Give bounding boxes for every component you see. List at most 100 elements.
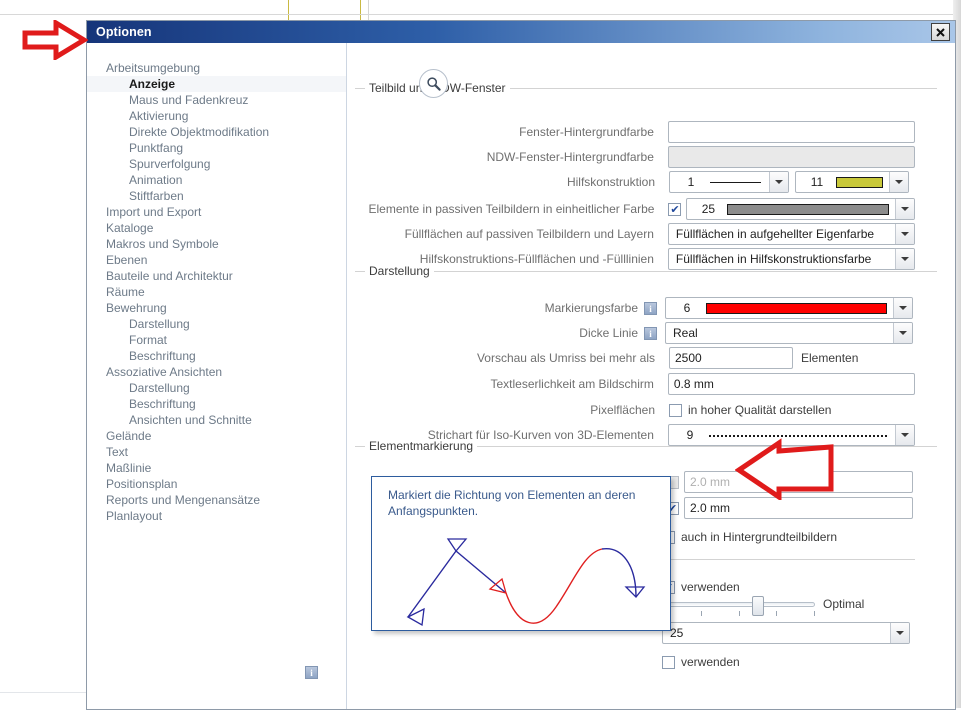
- label-ndw-hintergrundfarbe: NDW-Fenster-Hintergrundfarbe: [355, 150, 654, 164]
- sidebar-item-import-und-export[interactable]: Import und Export: [87, 204, 346, 220]
- sidebar-item-format[interactable]: Format: [87, 332, 346, 348]
- row-fenster-hintergrundfarbe: Fenster-Hintergrundfarbe: [355, 121, 915, 143]
- chevron-down-icon[interactable]: [895, 249, 914, 269]
- info-icon[interactable]: i: [644, 327, 657, 340]
- vorschau-umriss-field[interactable]: 2500: [669, 347, 793, 369]
- row-ndw-hintergrundfarbe: NDW-Fenster-Hintergrundfarbe: [355, 146, 915, 168]
- textleserlichkeit-field[interactable]: 0.8 mm: [668, 373, 915, 395]
- sidebar-item-darstellung[interactable]: Darstellung: [87, 316, 346, 332]
- chevron-down-icon[interactable]: [895, 199, 914, 219]
- sidebar-item-ma-linie[interactable]: Maßlinie: [87, 460, 346, 476]
- hilfskonstruktion-color-combo[interactable]: 11: [795, 171, 909, 193]
- settings-tree-list[interactable]: ArbeitsumgebungAnzeigeMaus und Fadenkreu…: [87, 60, 346, 524]
- verwenden-top-label: verwenden: [681, 580, 740, 594]
- background-guide-line-2: [360, 0, 361, 21]
- sidebar-item-maus-und-fadenkreuz[interactable]: Maus und Fadenkreuz: [87, 92, 346, 108]
- hilfskonstruktion-linestyle-number: 1: [670, 175, 710, 189]
- fenster-hintergrundfarbe-field[interactable]: [668, 121, 915, 143]
- pixelflaechen-checkbox[interactable]: [669, 404, 682, 417]
- sidebar-item-spurverfolgung[interactable]: Spurverfolgung: [87, 156, 346, 172]
- label-fuellflaechen-passiv: Füllflächen auf passiven Teilbildern und…: [355, 227, 654, 241]
- sidebar-info-button[interactable]: i: [305, 665, 318, 679]
- markierungsfarbe-combo[interactable]: 6: [665, 297, 913, 319]
- chevron-down-icon[interactable]: [889, 172, 908, 192]
- label-textleserlichkeit: Textleserlichkeit am Bildschirm: [355, 377, 654, 391]
- slider-thumb[interactable]: [752, 596, 764, 616]
- row-pixelflaechen: Pixelflächen in hoher Qualität darstelle…: [355, 399, 915, 421]
- sidebar-item-positionsplan[interactable]: Positionsplan: [87, 476, 346, 492]
- verwenden-bottom-label: verwenden: [681, 655, 740, 669]
- fuellflaechen-passiv-combo[interactable]: Füllflächen in aufgehellter Eigenfarbe: [668, 223, 915, 245]
- sidebar-item-planlayout[interactable]: Planlayout: [87, 508, 346, 524]
- chevron-down-icon[interactable]: [769, 172, 788, 192]
- close-button[interactable]: [931, 23, 950, 41]
- label-markierungsfarbe: Markierungsfarbe: [355, 301, 638, 315]
- ndw-hintergrundfarbe-field: [668, 146, 915, 168]
- color-swatch: [836, 177, 883, 188]
- sidebar-item-beschriftung[interactable]: Beschriftung: [87, 396, 346, 412]
- dicke-linie-combo[interactable]: Real: [665, 322, 913, 344]
- label-hilfskonstruktion: Hilfskonstruktion: [355, 175, 655, 189]
- sidebar-item-stiftfarben[interactable]: Stiftfarben: [87, 188, 346, 204]
- group-title-elementmarkierung: Elementmarkierung: [365, 439, 477, 453]
- row-bottom-combo: 25: [662, 622, 932, 644]
- solid-line-icon: [710, 177, 761, 188]
- search-icon: [426, 76, 442, 92]
- sidebar-item-kataloge[interactable]: Kataloge: [87, 220, 346, 236]
- sidebar-item-bauteile-und-architektur[interactable]: Bauteile und Architektur: [87, 268, 346, 284]
- fuellflaechen-hilfs-combo[interactable]: Füllflächen in Hilfskonstruktionsfarbe: [668, 248, 915, 270]
- sidebar-item-punktfang[interactable]: Punktfang: [87, 140, 346, 156]
- sidebar-item-reports-und-mengenans-tze[interactable]: Reports und Mengenansätze: [87, 492, 346, 508]
- search-button[interactable]: [419, 69, 448, 98]
- chevron-down-icon[interactable]: [895, 224, 914, 244]
- info-icon[interactable]: i: [644, 302, 657, 315]
- sidebar-item-text[interactable]: Text: [87, 444, 346, 460]
- sidebar-item-arbeitsumgebung[interactable]: Arbeitsumgebung: [87, 60, 346, 76]
- quality-slider[interactable]: Optimal: [663, 595, 913, 621]
- bottom-combo-value: 25: [663, 626, 890, 640]
- settings-tree-sidebar[interactable]: ArbeitsumgebungAnzeigeMaus und Fadenkreu…: [87, 43, 347, 709]
- passive-elemente-color-number: 25: [687, 202, 727, 216]
- tooltip-text: Markiert die Richtung von Elementen an d…: [388, 487, 650, 519]
- fuellflaechen-hilfs-value: Füllflächen in Hilfskonstruktionsfarbe: [669, 252, 895, 266]
- sidebar-item-anzeige[interactable]: Anzeige: [87, 76, 346, 92]
- row-fuellflaechen-passiv: Füllflächen auf passiven Teilbildern und…: [355, 223, 915, 245]
- chevron-down-icon[interactable]: [893, 298, 912, 318]
- sidebar-item-darstellung[interactable]: Darstellung: [87, 380, 346, 396]
- chevron-down-icon[interactable]: [893, 323, 912, 343]
- sidebar-item-gel-nde[interactable]: Gelände: [87, 428, 346, 444]
- chevron-down-icon[interactable]: [890, 623, 909, 643]
- fuellflaechen-passiv-value: Füllflächen in aufgehellter Eigenfarbe: [669, 227, 895, 241]
- passive-elemente-checkbox[interactable]: ✔: [668, 203, 681, 216]
- row-markierungsfarbe: Markierungsfarbe i 6: [355, 297, 915, 319]
- verwenden-bottom-checkbox[interactable]: [662, 656, 675, 669]
- sidebar-item-bewehrung[interactable]: Bewehrung: [87, 300, 346, 316]
- chevron-down-icon[interactable]: [895, 425, 914, 445]
- sidebar-item-assoziative-ansichten[interactable]: Assoziative Ansichten: [87, 364, 346, 380]
- sidebar-item-makros-und-symbole[interactable]: Makros und Symbole: [87, 236, 346, 252]
- check-icon: ✔: [670, 204, 679, 215]
- label-dicke-linie: Dicke Linie: [355, 326, 638, 340]
- sidebar-item-ebenen[interactable]: Ebenen: [87, 252, 346, 268]
- color-swatch: [727, 204, 889, 215]
- sidebar-item-direkte-objektmodifikation[interactable]: Direkte Objektmodifikation: [87, 124, 346, 140]
- row-passive-elemente: Elemente in passiven Teilbildern in einh…: [355, 198, 915, 220]
- dialog-titlebar[interactable]: Optionen: [87, 21, 955, 43]
- row-fuellflaechen-hilfs: Hilfskonstruktions-Füllflächen und -Füll…: [355, 248, 915, 270]
- hilfskonstruktion-linestyle-combo[interactable]: 1: [669, 171, 789, 193]
- vorschau-umriss-unit: Elementen: [801, 351, 858, 365]
- group-title-darstellung: Darstellung: [365, 264, 434, 278]
- passive-elemente-color-combo[interactable]: 25: [686, 198, 915, 220]
- section-divider: [663, 559, 915, 560]
- sidebar-item-ansichten-und-schnitte[interactable]: Ansichten und Schnitte: [87, 412, 346, 428]
- markierungsfarbe-number: 6: [666, 301, 706, 315]
- sidebar-item-animation[interactable]: Animation: [87, 172, 346, 188]
- sidebar-item-aktivierung[interactable]: Aktivierung: [87, 108, 346, 124]
- elementrichtungssymbol-size-field[interactable]: 2.0 mm: [684, 497, 913, 519]
- row-hilfskonstruktion: Hilfskonstruktion 1 11: [355, 171, 915, 193]
- sidebar-item-r-ume[interactable]: Räume: [87, 284, 346, 300]
- sidebar-item-beschriftung[interactable]: Beschriftung: [87, 348, 346, 364]
- bottom-value-combo[interactable]: 25: [662, 622, 910, 644]
- pixelflaechen-checkbox-label: in hoher Qualität darstellen: [688, 403, 831, 417]
- slider-track[interactable]: [663, 602, 815, 607]
